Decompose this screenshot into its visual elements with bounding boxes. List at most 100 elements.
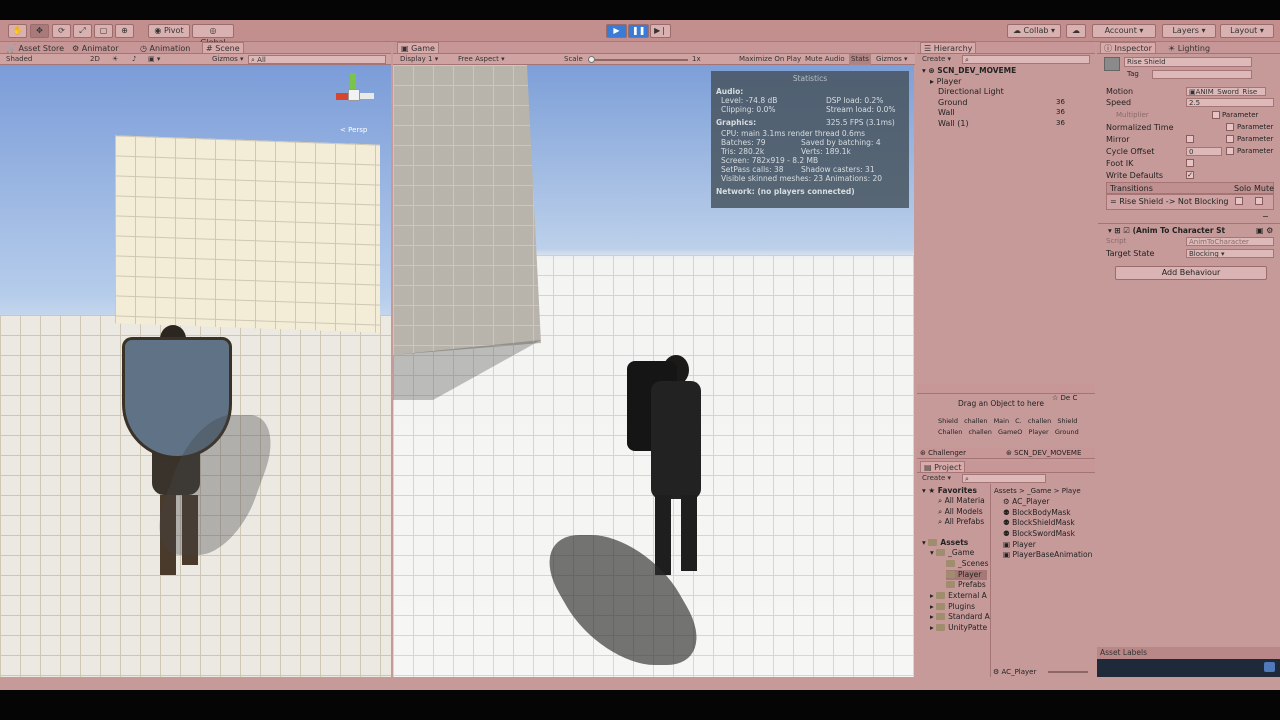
- cycle-parameter-checkbox[interactable]: [1226, 147, 1234, 155]
- transform-tool-icon[interactable]: ⊕: [115, 24, 134, 38]
- project-create-dropdown[interactable]: Create ▾: [922, 473, 951, 484]
- mute-audio-toggle[interactable]: Mute Audio: [805, 54, 845, 65]
- global-button[interactable]: ◎ Global: [192, 24, 234, 47]
- layout-dropdown[interactable]: Layout ▾: [1220, 24, 1274, 38]
- tab-game[interactable]: ▣ Game: [397, 42, 439, 53]
- hierarchy-item[interactable]: Directional Light: [938, 86, 1004, 97]
- asset-file[interactable]: ▣ Player: [1003, 540, 1036, 550]
- persp-label[interactable]: < Persp: [340, 126, 367, 134]
- collab-button[interactable]: ☁ Collab ▾: [1007, 24, 1061, 38]
- asset-file[interactable]: ▣ PlayerBaseAnimation: [1003, 550, 1092, 560]
- mirror-parameter-checkbox[interactable]: [1226, 135, 1234, 143]
- state-name-field[interactable]: Rise Shield: [1124, 57, 1252, 67]
- pivot-button[interactable]: ◉ Pivot: [148, 24, 190, 38]
- target-state-dropdown[interactable]: Blocking ▾: [1186, 249, 1274, 258]
- icon-size-slider[interactable]: [1048, 671, 1088, 673]
- tab-inspector[interactable]: ⓘ Inspector: [1100, 42, 1156, 53]
- account-dropdown[interactable]: Account ▾: [1092, 24, 1156, 38]
- behaviour-settings-icon[interactable]: ▣ ⚙: [1256, 225, 1273, 236]
- scene-tab[interactable]: ⊛ SCN_DEV_MOVEME: [1006, 448, 1081, 459]
- scene-gizmos-dropdown[interactable]: Gizmos ▾: [212, 54, 244, 65]
- hierarchy-item[interactable]: Wall (1) 36: [938, 118, 1065, 129]
- add-behaviour-button[interactable]: Add Behaviour: [1115, 266, 1267, 280]
- transition-item[interactable]: = Rise Shield -> Not Blocking: [1110, 196, 1229, 207]
- effects-dropdown-icon[interactable]: ▣ ▾: [148, 54, 160, 65]
- favorite-item[interactable]: ⌕ All Prefabs: [938, 517, 984, 527]
- favorites-folder[interactable]: ▾ ★ Favorites: [922, 486, 977, 496]
- asset-label-icon[interactable]: [1264, 662, 1275, 672]
- assets-folder[interactable]: ▾ Assets: [922, 538, 968, 548]
- lighting-toggle-icon[interactable]: ☀: [112, 54, 118, 65]
- cloud-icon[interactable]: ☁: [1066, 24, 1086, 38]
- folder-item[interactable]: ▸ Plugins: [930, 602, 975, 612]
- hierarchy-create-dropdown[interactable]: Create ▾: [922, 54, 951, 65]
- hierarchy-search-input[interactable]: ⌕: [962, 55, 1090, 64]
- tab-asset-store[interactable]: 🛒 Asset Store: [6, 43, 64, 54]
- favorite-item[interactable]: ⌕ All Materia: [938, 496, 985, 506]
- stats-toggle[interactable]: Stats: [849, 54, 871, 65]
- normalized-parameter-checkbox[interactable]: [1226, 123, 1234, 131]
- game-tab-label: Game: [411, 44, 435, 53]
- pause-button[interactable]: ❚❚: [628, 24, 649, 38]
- mirror-checkbox[interactable]: [1186, 135, 1194, 143]
- drag-row[interactable]: Shield challen Main C. challen Shield: [938, 416, 1077, 427]
- tab-project[interactable]: ▤ Project: [920, 461, 966, 472]
- folder-item[interactable]: ▸ Standard A: [930, 612, 990, 622]
- foot-ik-checkbox[interactable]: [1186, 159, 1194, 167]
- aspect-dropdown[interactable]: Free Aspect ▾: [458, 54, 505, 65]
- game-gizmos-dropdown[interactable]: Gizmos ▾: [876, 54, 908, 65]
- folder-item-selected[interactable]: Player: [946, 570, 988, 580]
- asset-file[interactable]: ⚉ BlockShieldMask: [1003, 518, 1075, 528]
- layers-dropdown[interactable]: Layers ▾: [1162, 24, 1216, 38]
- tab-lighting[interactable]: ☀ Lighting: [1168, 43, 1210, 54]
- folder-item[interactable]: ▸ UnityPatte: [930, 623, 987, 633]
- play-button[interactable]: ▶: [606, 24, 627, 38]
- game-wall: [393, 65, 541, 355]
- shading-mode-dropdown[interactable]: Shaded: [6, 54, 32, 65]
- hierarchy-scene-row[interactable]: ▾ ⊛ SCN_DEV_MOVEME: [922, 65, 1016, 76]
- scene-viewport[interactable]: < Persp: [0, 65, 391, 677]
- asset-file[interactable]: ⚉ BlockBodyMask: [1003, 508, 1071, 518]
- behaviour-header[interactable]: ▾ ⊞ ☑ (Anim To Character St: [1108, 225, 1225, 236]
- project-search-input[interactable]: ⌕: [962, 474, 1046, 483]
- drag-row[interactable]: Challen challen GameO Player Ground: [938, 427, 1079, 438]
- move-tool-icon[interactable]: ✥: [30, 24, 49, 38]
- hand-tool-icon[interactable]: ✋: [8, 24, 27, 38]
- motion-field[interactable]: ▣ANIM_Sword_Rise: [1186, 87, 1266, 96]
- display-dropdown[interactable]: Display 1 ▾: [400, 54, 438, 65]
- folder-item[interactable]: ▾ _Game: [930, 548, 974, 558]
- folder-item[interactable]: ▸ External A: [930, 591, 987, 601]
- asset-file[interactable]: ⚉ BlockSwordMask: [1003, 529, 1075, 539]
- project-breadcrumb[interactable]: Assets > _Game > Playe: [994, 486, 1081, 496]
- orientation-gizmo[interactable]: [330, 71, 376, 115]
- favorite-item[interactable]: ⌕ All Models: [938, 507, 983, 517]
- target-state-value: Blocking: [1189, 250, 1219, 258]
- write-defaults-checkbox[interactable]: ✓: [1186, 171, 1194, 179]
- remove-transition-button[interactable]: −: [1262, 211, 1269, 222]
- rect-tool-icon[interactable]: ▢: [94, 24, 113, 38]
- scene-search-input[interactable]: ⌕ All: [248, 55, 386, 64]
- 2d-toggle[interactable]: 2D: [90, 54, 100, 65]
- folder-item[interactable]: Prefabs: [946, 580, 986, 590]
- tag-field[interactable]: [1152, 70, 1252, 79]
- scale-slider[interactable]: [588, 56, 688, 63]
- hierarchy-item[interactable]: Wall 36: [938, 107, 1065, 118]
- asset-file[interactable]: ⚙ AC_Player: [1003, 497, 1049, 507]
- scale-slider-thumb[interactable]: [588, 56, 595, 63]
- step-button[interactable]: ▶❘: [650, 24, 671, 38]
- challenger-tab[interactable]: ⊛ Challenger: [920, 448, 966, 459]
- multiplier-parameter-checkbox[interactable]: [1212, 111, 1220, 119]
- solo-checkbox[interactable]: [1235, 197, 1243, 205]
- tab-animation[interactable]: ◷ Animation: [140, 43, 190, 54]
- rotate-tool-icon[interactable]: ⟳: [52, 24, 71, 38]
- folder-item[interactable]: _Scenes: [946, 559, 989, 569]
- mute-checkbox[interactable]: [1255, 197, 1263, 205]
- cycle-offset-field[interactable]: 0: [1186, 147, 1222, 156]
- tab-hierarchy[interactable]: ☰ Hierarchy: [920, 42, 977, 53]
- speed-field[interactable]: 2.5: [1186, 98, 1274, 107]
- scale-tool-icon[interactable]: ⤢: [73, 24, 92, 38]
- maximize-on-play-toggle[interactable]: Maximize On Play: [739, 54, 801, 65]
- tab-animator[interactable]: ⚙ Animator: [72, 43, 119, 54]
- tab-scene[interactable]: # Scene: [202, 42, 244, 53]
- audio-toggle-icon[interactable]: ♪: [132, 54, 136, 65]
